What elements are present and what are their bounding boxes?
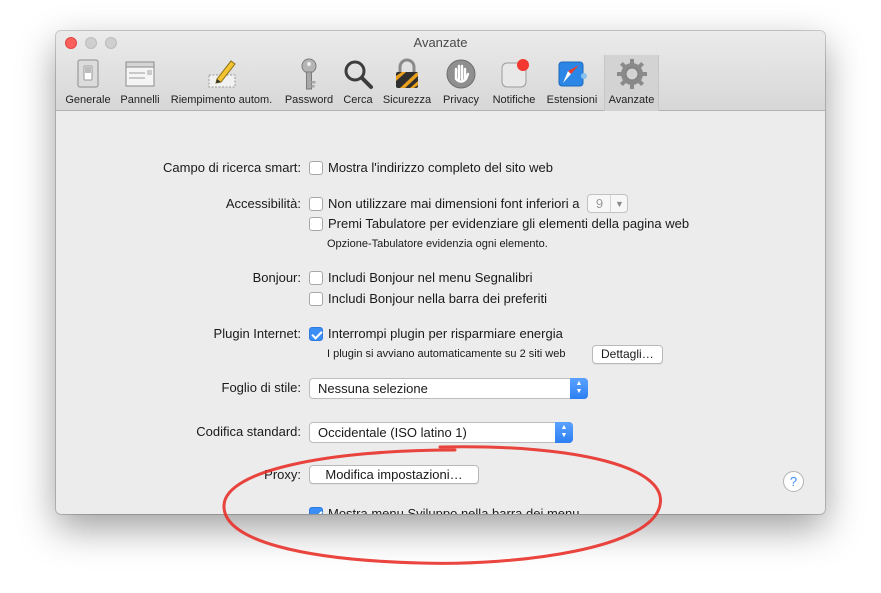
tab-label: Privacy: [442, 94, 480, 106]
encoding-label: Codifica standard:: [196, 424, 301, 439]
tab-label: Avanzate: [608, 94, 655, 106]
checkbox-label: Non utilizzare mai dimensioni font infer…: [328, 196, 580, 211]
padlock-icon: [396, 58, 418, 88]
bonjour-favorites-checkbox[interactable]: [309, 291, 323, 306]
accessibility-label: Accessibilità:: [225, 196, 301, 211]
smart-search-label: Campo di ricerca smart:: [163, 160, 301, 175]
tab-label: Password: [284, 94, 334, 106]
window-title: Avanzate: [413, 35, 468, 50]
tab-label: Notifiche: [492, 94, 536, 106]
tab-password[interactable]: Password: [281, 55, 337, 111]
develop-menu-option[interactable]: Mostra menu Sviluppo nella barra dei men…: [309, 506, 579, 514]
checkbox-label: Premi Tabulatore per evidenziare gli ele…: [328, 216, 690, 231]
switch-icon: [77, 59, 99, 88]
min-font-size-value: 9: [595, 196, 604, 211]
advanced-settings-pane: Campo di ricerca smart: Mostra l'indiriz…: [56, 112, 825, 514]
tab-estensioni[interactable]: Estensioni: [543, 55, 601, 111]
notification-badge-icon: [501, 59, 529, 88]
plugin-details-button[interactable]: Dettagli…: [592, 345, 663, 364]
tab-sicurezza[interactable]: Sicurezza: [379, 55, 435, 111]
stop-plugins-checkbox[interactable]: [309, 326, 323, 341]
tab-highlight-option[interactable]: Premi Tabulatore per evidenziare gli ele…: [309, 216, 689, 231]
magnifier-icon: [344, 60, 373, 89]
key-icon: [301, 58, 317, 90]
bonjour-bookmarks-option[interactable]: Includi Bonjour nel menu Segnalibri: [309, 270, 533, 285]
stop-plugins-option[interactable]: Interrompi plugin per risparmiare energi…: [309, 326, 563, 341]
min-font-size-select[interactable]: 9 ▼: [587, 194, 629, 213]
window-panel-icon: [125, 61, 155, 87]
tab-label: Cerca: [343, 94, 373, 106]
tab-label: Generale: [65, 94, 111, 106]
gear-icon: [616, 59, 647, 89]
preferences-window: Avanzate Generale Pannelli Riempimento a…: [56, 31, 825, 514]
checkbox-label: Interrompi plugin per risparmiare energi…: [328, 326, 563, 341]
tab-label: Estensioni: [546, 94, 598, 106]
compass-puzzle-icon: [558, 61, 587, 87]
show-full-address-checkbox[interactable]: [309, 160, 323, 175]
stylesheet-value: Nessuna selezione: [318, 381, 428, 396]
develop-menu-checkbox[interactable]: [309, 506, 323, 514]
plugins-note: I plugin si avviano automaticamente su 2…: [327, 348, 566, 360]
tab-label: Riempimento autom.: [170, 94, 273, 106]
min-font-checkbox[interactable]: [309, 196, 323, 211]
tab-notifiche[interactable]: Notifiche: [487, 55, 541, 111]
titlebar-toolbar: Avanzate Generale Pannelli Riempimento a…: [56, 31, 825, 111]
plugins-label: Plugin Internet:: [213, 326, 301, 341]
tab-avanzate[interactable]: Avanzate: [604, 55, 659, 111]
show-full-address-option[interactable]: Mostra l'indirizzo completo del sito web: [309, 160, 553, 175]
tab-generale[interactable]: Generale: [61, 55, 115, 111]
proxy-settings-button[interactable]: Modifica impostazioni…: [309, 465, 479, 484]
stylesheet-label: Foglio di stile:: [221, 380, 301, 395]
tab-highlight-note: Opzione-Tabulatore evidenzia ogni elemen…: [327, 238, 548, 250]
tab-riempimento-autom[interactable]: Riempimento autom.: [165, 55, 278, 111]
proxy-label: Proxy:: [264, 467, 301, 482]
encoding-value: Occidentale (ISO latino 1): [318, 425, 467, 440]
tab-cerca[interactable]: Cerca: [340, 55, 376, 111]
tab-privacy[interactable]: Privacy: [439, 55, 483, 111]
bonjour-bookmarks-checkbox[interactable]: [309, 270, 323, 285]
tab-pannelli[interactable]: Pannelli: [117, 55, 163, 111]
bonjour-favorites-option[interactable]: Includi Bonjour nella barra dei preferit…: [309, 291, 547, 306]
checkbox-label: Includi Bonjour nella barra dei preferit…: [328, 291, 547, 306]
up-down-arrows-icon: ▲ ▼: [555, 422, 573, 443]
checkbox-label: Includi Bonjour nel menu Segnalibri: [328, 270, 533, 285]
tab-highlight-checkbox[interactable]: [309, 216, 323, 231]
stylesheet-popup[interactable]: Nessuna selezione ▲ ▼: [309, 378, 588, 399]
pencil-form-icon: [208, 60, 236, 88]
hand-icon: [446, 59, 476, 89]
bonjour-label: Bonjour:: [252, 270, 301, 285]
tab-label: Sicurezza: [382, 94, 432, 106]
checkbox-label: Mostra menu Sviluppo nella barra dei men…: [328, 506, 580, 514]
encoding-popup[interactable]: Occidentale (ISO latino 1) ▲ ▼: [309, 422, 573, 443]
tab-label: Pannelli: [120, 94, 160, 106]
up-down-arrows-icon: ▲ ▼: [570, 378, 588, 399]
min-font-option[interactable]: Non utilizzare mai dimensioni font infer…: [309, 194, 629, 213]
chevron-down-icon: ▼: [610, 195, 627, 212]
help-button[interactable]: ?: [783, 471, 804, 492]
checkbox-label: Mostra l'indirizzo completo del sito web: [328, 160, 554, 175]
